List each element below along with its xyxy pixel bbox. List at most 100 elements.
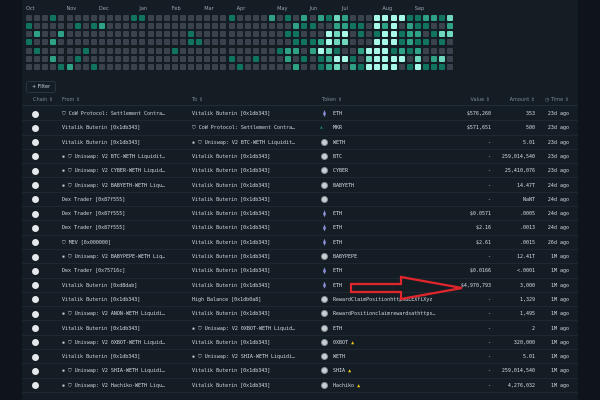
token-name[interactable]: ETH	[333, 268, 342, 274]
heatmap-cell[interactable]	[228, 63, 235, 70]
heatmap-cell[interactable]	[333, 31, 340, 38]
heatmap-cell[interactable]	[212, 15, 219, 21]
heatmap-cell[interactable]	[366, 47, 373, 54]
heatmap-cell[interactable]	[147, 31, 154, 38]
heatmap-cell[interactable]	[98, 63, 105, 70]
heatmap-cell[interactable]	[236, 23, 243, 30]
heatmap-cell[interactable]	[431, 15, 437, 21]
heatmap-cell[interactable]	[163, 15, 170, 21]
heatmap-cell[interactable]	[317, 39, 324, 46]
col-to[interactable]: To ⇕	[192, 97, 203, 103]
heatmap-cell[interactable]	[309, 55, 316, 62]
heatmap-cell[interactable]	[212, 47, 219, 54]
col-value[interactable]: Value ⇕	[470, 97, 490, 103]
heatmap-cell[interactable]	[26, 15, 32, 21]
heatmap-cell[interactable]	[42, 47, 49, 54]
heatmap-cell[interactable]	[236, 55, 243, 62]
heatmap-cell[interactable]	[325, 55, 332, 62]
heatmap-cell[interactable]	[90, 47, 97, 54]
heatmap-cell[interactable]	[163, 23, 170, 30]
heatmap-cell[interactable]	[188, 23, 194, 30]
from-entity[interactable]: Dex Trader [0x87f555]	[62, 197, 125, 203]
heatmap-cell[interactable]	[269, 63, 275, 70]
heatmap-cell[interactable]	[358, 23, 365, 30]
heatmap-cell[interactable]	[196, 39, 203, 46]
heatmap-cell[interactable]	[382, 39, 389, 46]
heatmap-cell[interactable]	[107, 15, 113, 21]
table-row[interactable]: ▪ ⛉ Uniswap: V2 Hachiko-WETH Liqu… Vital…	[22, 379, 578, 393]
heatmap-cell[interactable]	[301, 55, 308, 62]
heatmap-cell[interactable]	[90, 15, 97, 21]
to-entity[interactable]: Vitalik Buterin [0x1db343]	[192, 197, 270, 203]
heatmap-cell[interactable]	[398, 39, 405, 46]
to-entity[interactable]: Vitalik Buterin [0x1db343]	[192, 168, 270, 174]
heatmap-cell[interactable]	[212, 39, 219, 46]
token-name[interactable]: RewardPositionclaimrewardsathttps…	[333, 311, 435, 317]
heatmap-cell[interactable]	[277, 47, 284, 54]
heatmap-cell[interactable]	[220, 47, 227, 54]
heatmap-cell[interactable]	[277, 55, 284, 62]
heatmap-cell[interactable]	[139, 55, 146, 62]
heatmap-cell[interactable]	[309, 15, 316, 21]
heatmap-cell[interactable]	[34, 15, 41, 21]
heatmap-cell[interactable]	[293, 23, 300, 30]
heatmap-cell[interactable]	[204, 39, 211, 46]
heatmap-cell[interactable]	[131, 63, 138, 70]
heatmap-cell[interactable]	[260, 47, 267, 54]
col-amount[interactable]: Amount ⇕	[510, 97, 535, 103]
token-name[interactable]: SHIA ▲	[333, 368, 351, 374]
heatmap-cell[interactable]	[66, 39, 73, 46]
heatmap-cell[interactable]	[439, 55, 446, 62]
heatmap-cell[interactable]	[390, 31, 397, 38]
heatmap-cell[interactable]	[147, 39, 154, 46]
heatmap-cell[interactable]	[269, 31, 275, 38]
heatmap-cell[interactable]	[155, 47, 162, 54]
heatmap-cell[interactable]	[188, 31, 194, 38]
heatmap-cell[interactable]	[374, 63, 381, 70]
from-entity[interactable]: ⛉ CoW Protocol: Settlement Contra…	[62, 111, 165, 117]
heatmap-cell[interactable]	[350, 47, 356, 54]
heatmap-cell[interactable]	[341, 23, 348, 30]
heatmap-cell[interactable]	[406, 39, 413, 46]
heatmap-cell[interactable]	[277, 31, 284, 38]
from-entity[interactable]: ▪ ⛉ Uniswap: V2 SHIA-WETH Liquidi…	[62, 368, 165, 374]
heatmap-cell[interactable]	[341, 63, 348, 70]
heatmap-cell[interactable]	[252, 55, 259, 62]
heatmap-cell[interactable]	[422, 63, 429, 70]
filter-button[interactable]: + Filter	[26, 81, 57, 93]
heatmap-cell[interactable]	[26, 39, 32, 46]
heatmap-cell[interactable]	[155, 55, 162, 62]
heatmap-cell[interactable]	[74, 23, 81, 30]
heatmap-cell[interactable]	[406, 31, 413, 38]
heatmap-cell[interactable]	[196, 55, 203, 62]
from-entity[interactable]: ▪ ⛉ Uniswap: V2 Hachiko-WETH Liqu…	[62, 383, 165, 389]
heatmap-cell[interactable]	[50, 47, 57, 54]
heatmap-cell[interactable]	[107, 23, 113, 30]
heatmap-cell[interactable]	[123, 63, 130, 70]
heatmap-cell[interactable]	[212, 23, 219, 30]
heatmap-cell[interactable]	[252, 39, 259, 46]
heatmap-cell[interactable]	[447, 15, 454, 21]
heatmap-cell[interactable]	[439, 63, 446, 70]
heatmap-cell[interactable]	[204, 23, 211, 30]
heatmap-cell[interactable]	[228, 31, 235, 38]
heatmap-cell[interactable]	[171, 55, 178, 62]
heatmap-cell[interactable]	[115, 63, 122, 70]
heatmap-cell[interactable]	[115, 31, 122, 38]
heatmap-cell[interactable]	[398, 15, 405, 21]
to-entity[interactable]: Vitalik Buterin [0x1db343]	[192, 154, 270, 160]
heatmap-cell[interactable]	[34, 55, 41, 62]
heatmap-cell[interactable]	[374, 31, 381, 38]
heatmap-cell[interactable]	[406, 23, 413, 30]
heatmap-cell[interactable]	[414, 31, 421, 38]
to-entity[interactable]: Vitalik Buterin [0x1db343]	[192, 283, 270, 289]
heatmap-cell[interactable]	[139, 39, 146, 46]
heatmap-cell[interactable]	[422, 31, 429, 38]
heatmap-cell[interactable]	[260, 15, 267, 21]
from-entity[interactable]: ▪ ⛉ Uniswap: V2 BABYPEPE-WETH Liq…	[62, 254, 165, 260]
table-row[interactable]: ▪ ⛉ Uniswap: V2 BTC-WETH Liquidit… Vital…	[22, 150, 578, 165]
heatmap-cell[interactable]	[74, 15, 81, 21]
heatmap-cell[interactable]	[252, 47, 259, 54]
from-entity[interactable]: Vitalik Buterin [0xd8dab]	[62, 283, 137, 289]
heatmap-cell[interactable]	[58, 55, 65, 62]
